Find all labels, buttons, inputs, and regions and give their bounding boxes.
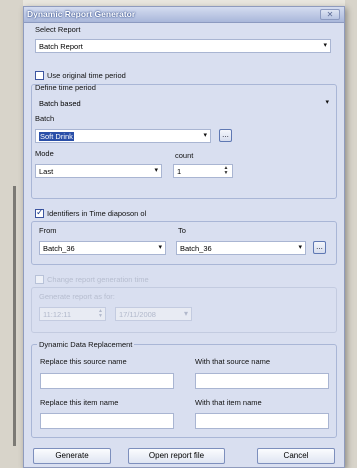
spin-up-down-icon: ▲ ▼ xyxy=(223,165,229,176)
dropdown-arrow-icon: ▾ xyxy=(158,244,162,251)
replace-source-label: Replace this source name xyxy=(40,357,127,366)
with-source-input[interactable] xyxy=(195,373,329,389)
with-item-input[interactable] xyxy=(195,413,329,429)
from-value: Batch_36 xyxy=(43,244,75,253)
identifiers-checkbox[interactable] xyxy=(35,207,44,218)
replace-item-label: Replace this item name xyxy=(40,398,119,407)
generate-at-label: Generate report as for: xyxy=(39,292,115,301)
select-report-label: Select Report xyxy=(35,25,81,34)
change-generation-label: Change report generation time xyxy=(47,275,149,284)
batch-dropdown[interactable]: Soft Drink ▾ xyxy=(35,129,211,143)
to-label: To xyxy=(178,226,186,235)
cancel-button[interactable]: Cancel xyxy=(257,448,335,464)
background-left xyxy=(0,0,23,468)
mode-value: Last xyxy=(39,167,54,176)
batch-label: Batch xyxy=(35,114,55,123)
background-right xyxy=(345,0,357,468)
dropdown-arrow-icon: ▾ xyxy=(323,42,327,49)
change-generation-checkbox[interactable] xyxy=(35,275,44,284)
with-source-label: With that source name xyxy=(195,357,271,366)
spin-up-down-icon: ▲ ▼ xyxy=(98,308,103,319)
batch-value: Soft Drink xyxy=(39,132,74,141)
generation-time-input[interactable]: 11:12:11 ▲ ▼ xyxy=(39,307,106,321)
dropdown-arrow-icon: ▾ xyxy=(298,244,302,251)
to-dropdown[interactable]: Batch_36 ▾ xyxy=(176,241,306,255)
use-original-time-label: Use original time period xyxy=(47,71,126,80)
generation-date-value: 17/11/2008 xyxy=(119,310,156,319)
to-browse-button[interactable]: ... xyxy=(313,241,326,254)
select-report-dropdown[interactable]: Batch Report ▾ xyxy=(35,39,331,53)
count-stepper[interactable]: 1 ▲ ▼ xyxy=(173,164,233,178)
use-original-time-checkbox[interactable] xyxy=(35,71,44,80)
mode-label: Mode xyxy=(35,149,54,158)
generate-button[interactable]: Generate xyxy=(33,448,111,464)
identifiers-label: Identifiers in Time diaposon ol xyxy=(47,209,147,218)
dropdown-arrow-icon: ▾ xyxy=(183,309,188,318)
dialog-window: Dynamic Report Generator ✕ Select Report… xyxy=(23,6,345,468)
from-dropdown[interactable]: Batch_36 ▾ xyxy=(39,241,166,255)
define-time-label: Define time period xyxy=(35,83,96,92)
dynamic-data-legend: Dynamic Data Replacement xyxy=(37,340,135,349)
batch-browse-button[interactable]: ... xyxy=(219,129,232,142)
close-button[interactable]: ✕ xyxy=(320,9,340,20)
count-label: count xyxy=(175,151,194,160)
mode-dropdown[interactable]: Last ▾ xyxy=(35,164,162,178)
select-report-value: Batch Report xyxy=(39,42,83,51)
dropdown-arrow-icon: ▾ xyxy=(203,132,207,139)
define-time-value: Batch based xyxy=(39,99,81,108)
dropdown-arrow-icon: ▾ xyxy=(325,99,329,106)
dropdown-arrow-icon: ▾ xyxy=(154,167,158,174)
from-label: From xyxy=(39,226,57,235)
define-time-dropdown[interactable]: Batch based ▾ xyxy=(35,96,333,110)
title-bar: Dynamic Report Generator ✕ xyxy=(24,7,344,23)
generation-time-value: 11:12:11 xyxy=(43,310,72,319)
background-bar xyxy=(13,186,16,446)
count-value: 1 xyxy=(177,167,182,176)
generation-date-input[interactable]: 17/11/2008 ▾ xyxy=(115,307,192,321)
window-title: Dynamic Report Generator xyxy=(27,9,136,19)
with-item-label: With that item name xyxy=(195,398,262,407)
open-report-button[interactable]: Open report file xyxy=(128,448,225,464)
replace-item-input[interactable] xyxy=(40,413,174,429)
to-value: Batch_36 xyxy=(180,244,212,253)
replace-source-input[interactable] xyxy=(40,373,174,389)
